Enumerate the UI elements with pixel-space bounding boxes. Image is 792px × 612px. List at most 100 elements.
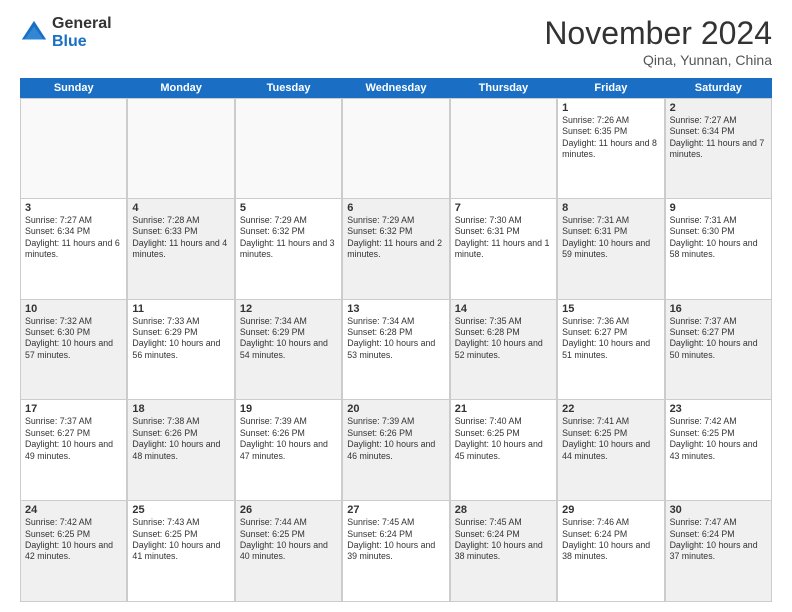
day-number: 5 [240,202,337,214]
day-info: Sunrise: 7:35 AM Sunset: 6:28 PM Dayligh… [455,316,552,362]
day-number: 11 [132,303,229,315]
calendar-cell: 7Sunrise: 7:30 AM Sunset: 6:31 PM Daylig… [450,199,557,299]
calendar-cell: 20Sunrise: 7:39 AM Sunset: 6:26 PM Dayli… [342,400,449,500]
day-number: 30 [670,504,767,516]
calendar: SundayMondayTuesdayWednesdayThursdayFrid… [20,78,772,602]
day-info: Sunrise: 7:47 AM Sunset: 6:24 PM Dayligh… [670,517,767,563]
day-info: Sunrise: 7:38 AM Sunset: 6:26 PM Dayligh… [132,416,229,462]
calendar-cell: 25Sunrise: 7:43 AM Sunset: 6:25 PM Dayli… [127,501,234,601]
day-number: 24 [25,504,122,516]
day-info: Sunrise: 7:34 AM Sunset: 6:28 PM Dayligh… [347,316,444,362]
calendar-cell: 5Sunrise: 7:29 AM Sunset: 6:32 PM Daylig… [235,199,342,299]
day-info: Sunrise: 7:37 AM Sunset: 6:27 PM Dayligh… [670,316,767,362]
calendar-cell [127,99,234,198]
calendar-cell: 6Sunrise: 7:29 AM Sunset: 6:32 PM Daylig… [342,199,449,299]
day-info: Sunrise: 7:42 AM Sunset: 6:25 PM Dayligh… [25,517,122,563]
day-number: 28 [455,504,552,516]
title-block: November 2024 Qina, Yunnan, China [544,15,772,68]
calendar-cell: 3Sunrise: 7:27 AM Sunset: 6:34 PM Daylig… [20,199,127,299]
day-number: 12 [240,303,337,315]
day-number: 25 [132,504,229,516]
day-info: Sunrise: 7:28 AM Sunset: 6:33 PM Dayligh… [132,215,229,261]
day-info: Sunrise: 7:45 AM Sunset: 6:24 PM Dayligh… [455,517,552,563]
weekday-header: Friday [557,78,664,98]
day-number: 13 [347,303,444,315]
day-info: Sunrise: 7:46 AM Sunset: 6:24 PM Dayligh… [562,517,659,563]
day-info: Sunrise: 7:32 AM Sunset: 6:30 PM Dayligh… [25,316,122,362]
calendar-header: SundayMondayTuesdayWednesdayThursdayFrid… [20,78,772,98]
calendar-cell: 17Sunrise: 7:37 AM Sunset: 6:27 PM Dayli… [20,400,127,500]
calendar-cell: 1Sunrise: 7:26 AM Sunset: 6:35 PM Daylig… [557,99,664,198]
calendar-cell: 15Sunrise: 7:36 AM Sunset: 6:27 PM Dayli… [557,300,664,400]
calendar-cell: 12Sunrise: 7:34 AM Sunset: 6:29 PM Dayli… [235,300,342,400]
day-info: Sunrise: 7:42 AM Sunset: 6:25 PM Dayligh… [670,416,767,462]
month-title: November 2024 [544,15,772,52]
day-info: Sunrise: 7:45 AM Sunset: 6:24 PM Dayligh… [347,517,444,563]
day-number: 8 [562,202,659,214]
day-info: Sunrise: 7:37 AM Sunset: 6:27 PM Dayligh… [25,416,122,462]
day-number: 4 [132,202,229,214]
calendar-cell: 29Sunrise: 7:46 AM Sunset: 6:24 PM Dayli… [557,501,664,601]
weekday-header: Thursday [450,78,557,98]
day-info: Sunrise: 7:39 AM Sunset: 6:26 PM Dayligh… [240,416,337,462]
day-number: 20 [347,403,444,415]
calendar-cell: 19Sunrise: 7:39 AM Sunset: 6:26 PM Dayli… [235,400,342,500]
day-info: Sunrise: 7:40 AM Sunset: 6:25 PM Dayligh… [455,416,552,462]
calendar-cell: 23Sunrise: 7:42 AM Sunset: 6:25 PM Dayli… [665,400,772,500]
weekday-header: Tuesday [235,78,342,98]
day-info: Sunrise: 7:33 AM Sunset: 6:29 PM Dayligh… [132,316,229,362]
calendar-cell: 9Sunrise: 7:31 AM Sunset: 6:30 PM Daylig… [665,199,772,299]
calendar-row: 3Sunrise: 7:27 AM Sunset: 6:34 PM Daylig… [20,199,772,300]
day-number: 18 [132,403,229,415]
day-info: Sunrise: 7:31 AM Sunset: 6:30 PM Dayligh… [670,215,767,261]
day-info: Sunrise: 7:29 AM Sunset: 6:32 PM Dayligh… [240,215,337,261]
calendar-cell: 26Sunrise: 7:44 AM Sunset: 6:25 PM Dayli… [235,501,342,601]
calendar-cell: 24Sunrise: 7:42 AM Sunset: 6:25 PM Dayli… [20,501,127,601]
day-info: Sunrise: 7:34 AM Sunset: 6:29 PM Dayligh… [240,316,337,362]
day-number: 14 [455,303,552,315]
day-number: 3 [25,202,122,214]
calendar-row: 1Sunrise: 7:26 AM Sunset: 6:35 PM Daylig… [20,98,772,199]
day-number: 26 [240,504,337,516]
weekday-header: Wednesday [342,78,449,98]
day-info: Sunrise: 7:31 AM Sunset: 6:31 PM Dayligh… [562,215,659,261]
day-number: 15 [562,303,659,315]
day-number: 27 [347,504,444,516]
calendar-cell [235,99,342,198]
day-info: Sunrise: 7:36 AM Sunset: 6:27 PM Dayligh… [562,316,659,362]
day-info: Sunrise: 7:30 AM Sunset: 6:31 PM Dayligh… [455,215,552,261]
day-number: 23 [670,403,767,415]
day-number: 21 [455,403,552,415]
day-info: Sunrise: 7:29 AM Sunset: 6:32 PM Dayligh… [347,215,444,261]
day-number: 9 [670,202,767,214]
calendar-cell: 13Sunrise: 7:34 AM Sunset: 6:28 PM Dayli… [342,300,449,400]
logo-blue: Blue [52,33,112,51]
day-number: 16 [670,303,767,315]
day-info: Sunrise: 7:26 AM Sunset: 6:35 PM Dayligh… [562,115,659,161]
logo-icon [20,19,48,47]
day-number: 10 [25,303,122,315]
day-info: Sunrise: 7:39 AM Sunset: 6:26 PM Dayligh… [347,416,444,462]
calendar-cell: 10Sunrise: 7:32 AM Sunset: 6:30 PM Dayli… [20,300,127,400]
calendar-cell: 14Sunrise: 7:35 AM Sunset: 6:28 PM Dayli… [450,300,557,400]
day-number: 17 [25,403,122,415]
day-info: Sunrise: 7:43 AM Sunset: 6:25 PM Dayligh… [132,517,229,563]
calendar-cell: 18Sunrise: 7:38 AM Sunset: 6:26 PM Dayli… [127,400,234,500]
calendar-cell: 16Sunrise: 7:37 AM Sunset: 6:27 PM Dayli… [665,300,772,400]
day-number: 29 [562,504,659,516]
calendar-cell: 28Sunrise: 7:45 AM Sunset: 6:24 PM Dayli… [450,501,557,601]
calendar-row: 24Sunrise: 7:42 AM Sunset: 6:25 PM Dayli… [20,501,772,602]
calendar-cell [20,99,127,198]
calendar-cell: 22Sunrise: 7:41 AM Sunset: 6:25 PM Dayli… [557,400,664,500]
calendar-cell: 8Sunrise: 7:31 AM Sunset: 6:31 PM Daylig… [557,199,664,299]
calendar-cell: 2Sunrise: 7:27 AM Sunset: 6:34 PM Daylig… [665,99,772,198]
calendar-row: 10Sunrise: 7:32 AM Sunset: 6:30 PM Dayli… [20,300,772,401]
calendar-cell [342,99,449,198]
calendar-cell: 30Sunrise: 7:47 AM Sunset: 6:24 PM Dayli… [665,501,772,601]
day-number: 2 [670,102,767,114]
day-info: Sunrise: 7:27 AM Sunset: 6:34 PM Dayligh… [25,215,122,261]
calendar-cell: 4Sunrise: 7:28 AM Sunset: 6:33 PM Daylig… [127,199,234,299]
day-number: 1 [562,102,659,114]
day-info: Sunrise: 7:41 AM Sunset: 6:25 PM Dayligh… [562,416,659,462]
weekday-header: Monday [127,78,234,98]
